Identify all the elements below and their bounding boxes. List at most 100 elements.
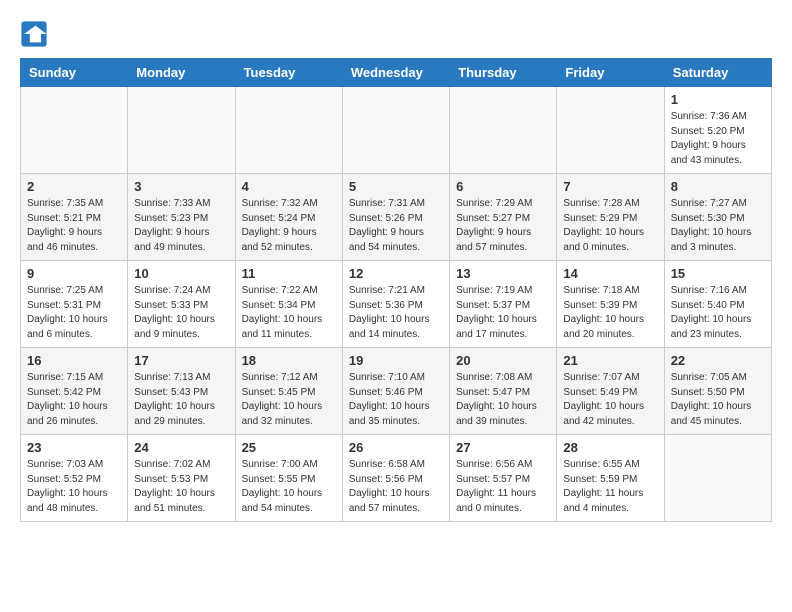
day-number: 28 <box>563 440 657 455</box>
day-info: Sunrise: 7:32 AM Sunset: 5:24 PM Dayligh… <box>242 197 336 255</box>
day-number: 4 <box>242 179 336 194</box>
day-info: Sunrise: 6:55 AM Sunset: 5:59 PM Dayligh… <box>563 458 657 516</box>
calendar-cell: 3Sunrise: 7:33 AM Sunset: 5:23 PM Daylig… <box>128 174 235 261</box>
day-number: 13 <box>456 266 550 281</box>
day-number: 18 <box>242 353 336 368</box>
calendar-cell: 7 Sunrise: 7:28 AM Sunset: 5:29 PM Daylig… <box>557 174 664 261</box>
day-number: 26 <box>349 440 443 455</box>
day-number: 1 <box>671 92 765 107</box>
day-info: Sunrise: 7:36 AM Sunset: 5:20 PM Dayligh… <box>671 110 765 168</box>
day-info: Sunrise: 7:31 AM Sunset: 5:26 PM Dayligh… <box>349 197 443 255</box>
day-info: Sunrise: 7:10 AM Sunset: 5:46 PM Dayligh… <box>349 371 443 429</box>
day-info: Sunrise: 7:13 AM Sunset: 5:43 PM Dayligh… <box>134 371 228 429</box>
column-header-monday: Monday <box>128 59 235 87</box>
day-info: Sunrise: 7:12 AM Sunset: 5:45 PM Dayligh… <box>242 371 336 429</box>
day-info: Sunrise: 7:21 AM Sunset: 5:36 PM Dayligh… <box>349 284 443 342</box>
column-header-friday: Friday <box>557 59 664 87</box>
day-number: 17 <box>134 353 228 368</box>
day-info: Sunrise: 7:07 AM Sunset: 5:49 PM Dayligh… <box>563 371 657 429</box>
calendar-cell: 19 Sunrise: 7:10 AM Sunset: 5:46 PM Dayli… <box>342 348 449 435</box>
calendar-cell: 12 Sunrise: 7:21 AM Sunset: 5:36 PM Dayli… <box>342 261 449 348</box>
day-number: 20 <box>456 353 550 368</box>
day-number: 19 <box>349 353 443 368</box>
day-number: 3 <box>134 179 228 194</box>
day-info: Sunrise: 7:15 AM Sunset: 5:42 PM Dayligh… <box>27 371 121 429</box>
column-header-sunday: Sunday <box>21 59 128 87</box>
calendar-cell: 5 Sunrise: 7:31 AM Sunset: 5:26 PM Daylig… <box>342 174 449 261</box>
calendar-cell: 6 Sunrise: 7:29 AM Sunset: 5:27 PM Daylig… <box>450 174 557 261</box>
calendar-cell: 25 Sunrise: 7:00 AM Sunset: 5:55 PM Dayli… <box>235 435 342 522</box>
logo-icon <box>20 20 48 48</box>
day-info: Sunrise: 7:25 AM Sunset: 5:31 PM Dayligh… <box>27 284 121 342</box>
day-number: 2 <box>27 179 121 194</box>
calendar-week-row: 9 Sunrise: 7:25 AM Sunset: 5:31 PM Daylig… <box>21 261 772 348</box>
day-number: 12 <box>349 266 443 281</box>
calendar-cell: 20 Sunrise: 7:08 AM Sunset: 5:47 PM Dayli… <box>450 348 557 435</box>
calendar-week-row: 23 Sunrise: 7:03 AM Sunset: 5:52 PM Dayli… <box>21 435 772 522</box>
day-info: Sunrise: 6:56 AM Sunset: 5:57 PM Dayligh… <box>456 458 550 516</box>
day-info: Sunrise: 7:19 AM Sunset: 5:37 PM Dayligh… <box>456 284 550 342</box>
day-info: Sunrise: 7:08 AM Sunset: 5:47 PM Dayligh… <box>456 371 550 429</box>
column-header-tuesday: Tuesday <box>235 59 342 87</box>
column-header-saturday: Saturday <box>664 59 771 87</box>
calendar-cell: 27 Sunrise: 6:56 AM Sunset: 5:57 PM Dayli… <box>450 435 557 522</box>
calendar-cell: 9 Sunrise: 7:25 AM Sunset: 5:31 PM Daylig… <box>21 261 128 348</box>
day-number: 9 <box>27 266 121 281</box>
calendar-cell <box>21 87 128 174</box>
day-number: 5 <box>349 179 443 194</box>
day-number: 27 <box>456 440 550 455</box>
calendar-cell <box>664 435 771 522</box>
day-info: Sunrise: 7:27 AM Sunset: 5:30 PM Dayligh… <box>671 197 765 255</box>
day-info: Sunrise: 7:00 AM Sunset: 5:55 PM Dayligh… <box>242 458 336 516</box>
calendar-cell: 23 Sunrise: 7:03 AM Sunset: 5:52 PM Dayli… <box>21 435 128 522</box>
calendar-cell <box>235 87 342 174</box>
calendar-cell: 28 Sunrise: 6:55 AM Sunset: 5:59 PM Dayli… <box>557 435 664 522</box>
calendar-cell: 24 Sunrise: 7:02 AM Sunset: 5:53 PM Dayli… <box>128 435 235 522</box>
day-info: Sunrise: 7:18 AM Sunset: 5:39 PM Dayligh… <box>563 284 657 342</box>
day-number: 8 <box>671 179 765 194</box>
calendar-cell: 22 Sunrise: 7:05 AM Sunset: 5:50 PM Dayli… <box>664 348 771 435</box>
calendar-cell: 10Sunrise: 7:24 AM Sunset: 5:33 PM Dayli… <box>128 261 235 348</box>
calendar-cell: 11 Sunrise: 7:22 AM Sunset: 5:34 PM Dayli… <box>235 261 342 348</box>
calendar-cell <box>450 87 557 174</box>
day-number: 16 <box>27 353 121 368</box>
column-header-wednesday: Wednesday <box>342 59 449 87</box>
calendar-cell: 18 Sunrise: 7:12 AM Sunset: 5:45 PM Dayli… <box>235 348 342 435</box>
calendar-week-row: 16 Sunrise: 7:15 AM Sunset: 5:42 PM Dayli… <box>21 348 772 435</box>
day-number: 25 <box>242 440 336 455</box>
day-number: 23 <box>27 440 121 455</box>
day-number: 11 <box>242 266 336 281</box>
day-number: 24 <box>134 440 228 455</box>
day-number: 7 <box>563 179 657 194</box>
calendar-cell: 26 Sunrise: 6:58 AM Sunset: 5:56 PM Dayli… <box>342 435 449 522</box>
column-header-thursday: Thursday <box>450 59 557 87</box>
calendar-cell: 17 Sunrise: 7:13 AM Sunset: 5:43 PM Dayli… <box>128 348 235 435</box>
day-info: Sunrise: 7:02 AM Sunset: 5:53 PM Dayligh… <box>134 458 228 516</box>
calendar-cell: 14 Sunrise: 7:18 AM Sunset: 5:39 PM Dayli… <box>557 261 664 348</box>
day-info: Sunrise: 6:58 AM Sunset: 5:56 PM Dayligh… <box>349 458 443 516</box>
day-info: Sunrise: 7:35 AM Sunset: 5:21 PM Dayligh… <box>27 197 121 255</box>
day-info: Sunrise: 7:22 AM Sunset: 5:34 PM Dayligh… <box>242 284 336 342</box>
calendar-week-row: 2 Sunrise: 7:35 AM Sunset: 5:21 PM Daylig… <box>21 174 772 261</box>
logo <box>20 20 50 48</box>
day-info: Sunrise: 7:16 AM Sunset: 5:40 PM Dayligh… <box>671 284 765 342</box>
calendar-header-row: SundayMondayTuesdayWednesdayThursdayFrid… <box>21 59 772 87</box>
calendar-cell: 13 Sunrise: 7:19 AM Sunset: 5:37 PM Dayli… <box>450 261 557 348</box>
calendar-cell: 4 Sunrise: 7:32 AM Sunset: 5:24 PM Daylig… <box>235 174 342 261</box>
calendar-cell <box>342 87 449 174</box>
day-number: 21 <box>563 353 657 368</box>
calendar-week-row: 1 Sunrise: 7:36 AM Sunset: 5:20 PM Daylig… <box>21 87 772 174</box>
day-info: Sunrise: 7:05 AM Sunset: 5:50 PM Dayligh… <box>671 371 765 429</box>
calendar-cell: 16 Sunrise: 7:15 AM Sunset: 5:42 PM Dayli… <box>21 348 128 435</box>
calendar-table: SundayMondayTuesdayWednesdayThursdayFrid… <box>20 58 772 522</box>
day-info: Sunrise: 7:24 AM Sunset: 5:33 PM Dayligh… <box>134 284 228 342</box>
calendar-cell: 2 Sunrise: 7:35 AM Sunset: 5:21 PM Daylig… <box>21 174 128 261</box>
day-number: 22 <box>671 353 765 368</box>
day-info: Sunrise: 7:29 AM Sunset: 5:27 PM Dayligh… <box>456 197 550 255</box>
day-number: 6 <box>456 179 550 194</box>
day-number: 14 <box>563 266 657 281</box>
calendar-cell: 1 Sunrise: 7:36 AM Sunset: 5:20 PM Daylig… <box>664 87 771 174</box>
day-info: Sunrise: 7:28 AM Sunset: 5:29 PM Dayligh… <box>563 197 657 255</box>
page-header <box>20 20 772 48</box>
day-info: Sunrise: 7:03 AM Sunset: 5:52 PM Dayligh… <box>27 458 121 516</box>
